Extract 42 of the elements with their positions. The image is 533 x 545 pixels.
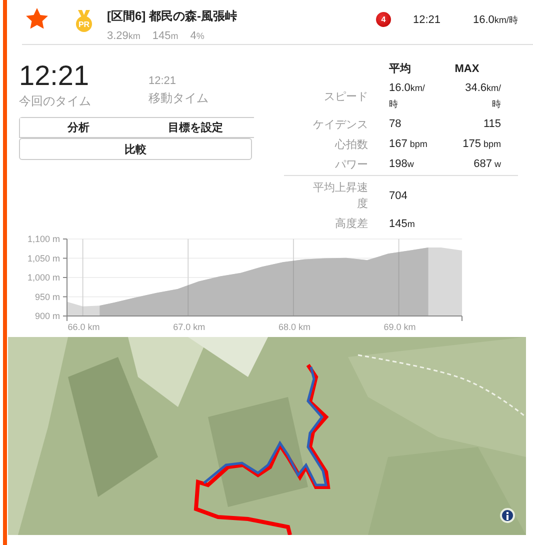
star-icon[interactable] [26,8,48,29]
segment-metric: 3.29km [107,30,140,42]
stat-value: 16.0km/時 [388,81,426,111]
stat-value: 115 [482,117,501,132]
segment-title: [区間6] 都民の森-風張峠 [107,8,238,25]
stat-value: 167 bpm [388,137,428,152]
stat-value: 78 [388,117,402,132]
stat-value: 198w [388,157,415,172]
segment-speed: 16.0km/時 [473,14,518,27]
segment-metric: 4% [190,30,204,42]
stat-label: 高度差 [334,216,368,232]
time-value: 12:21 [19,61,90,91]
time-label: 移動タイム [148,90,210,107]
stat-label: 平均上昇速度 [312,181,368,212]
x-tick-label: 69.0 km [384,322,416,332]
y-tick-label: 1,000 m [27,272,60,282]
y-tick-label: 950 m [34,292,60,302]
y-tick-label: 900 m [34,311,60,321]
compare-button[interactable]: 比較 [19,138,252,160]
stat-value: 175 bpm [462,137,501,152]
time-label: 今回のタイム [19,93,92,110]
info-icon [506,512,509,520]
y-tick-label: 1,050 m [27,253,60,264]
x-tick-label: 66.0 km [68,322,100,332]
column-header: MAX [454,62,480,74]
stat-label: スピード [323,90,368,104]
x-tick-label: 68.0 km [278,322,310,332]
stat-value: 34.6km/時 [464,81,501,111]
stat-label: ケイデンス [312,118,368,132]
stat-label: パワー [334,158,368,172]
x-tick-label: 67.0 km [173,322,206,332]
stat-value: 687 w [472,157,501,172]
segment-time: 12:21 [413,14,442,26]
stat-value: 704 [388,189,408,204]
medal-badge: PR [76,16,92,32]
segment-metric: 145m [152,30,178,42]
y-tick-label: 1,100 m [27,234,60,244]
stat-label: 心拍数 [334,138,368,152]
rank-badge: 4 [376,12,391,27]
column-header: 平均 [388,62,412,76]
stat-value: 145m [388,217,416,232]
time-value: 12:21 [148,74,178,88]
